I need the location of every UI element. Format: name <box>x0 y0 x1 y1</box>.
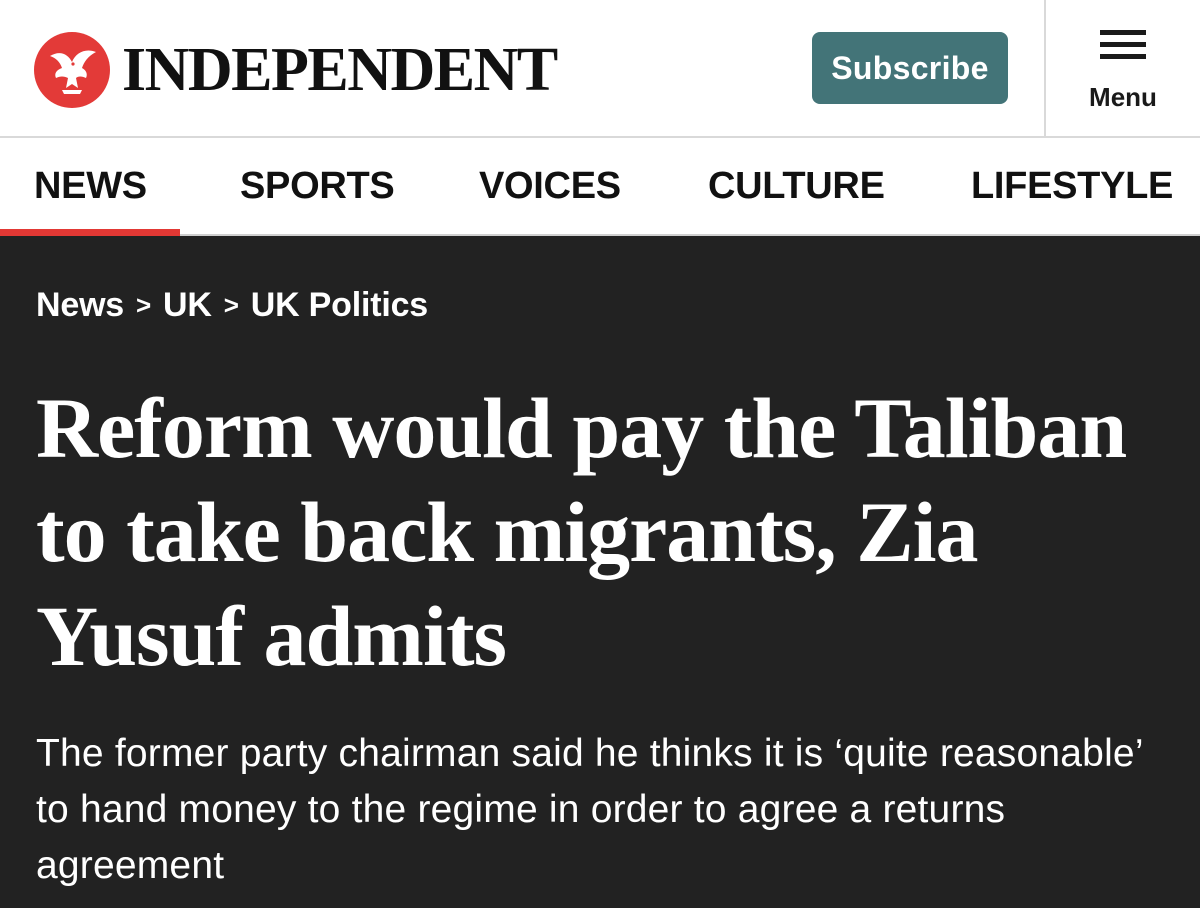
eagle-icon-graphic <box>50 50 96 94</box>
breadcrumb-link-news[interactable]: News <box>36 286 124 325</box>
breadcrumb: News > UK > UK Politics <box>36 286 428 325</box>
article-standfirst: The former party chairman said he thinks… <box>36 732 1143 887</box>
nav-item-voices[interactable]: VOICES <box>479 138 621 234</box>
breadcrumb-separator: > <box>223 290 239 320</box>
subscribe-button[interactable]: Subscribe <box>812 32 1008 104</box>
menu-label: Menu <box>1089 82 1157 112</box>
menu-button[interactable]: Menu <box>1046 0 1200 136</box>
eagle-icon <box>34 32 110 108</box>
nav-item-lifestyle[interactable]: LIFESTYLE <box>971 138 1173 234</box>
hamburger-icon <box>1100 30 1146 60</box>
section-nav: NEWS SPORTS VOICES CULTURE LIFESTYLE <box>0 138 1200 236</box>
logo-wordmark: INDEPENDENT <box>122 36 558 104</box>
site-logo[interactable]: INDEPENDENT <box>34 32 558 108</box>
article-headline: Reform would pay the Taliban to take bac… <box>36 380 1127 684</box>
breadcrumb-separator: > <box>136 290 152 320</box>
nav-item-culture[interactable]: CULTURE <box>708 138 885 234</box>
article-hero: News > UK > UK Politics Reform would pay… <box>0 236 1200 908</box>
nav-item-sports[interactable]: SPORTS <box>240 138 395 234</box>
breadcrumb-link-uk-politics[interactable]: UK Politics <box>251 286 428 325</box>
nav-item-news[interactable]: NEWS <box>0 138 180 236</box>
site-header: INDEPENDENT Subscribe Menu <box>0 0 1200 138</box>
breadcrumb-link-uk[interactable]: UK <box>163 286 212 325</box>
